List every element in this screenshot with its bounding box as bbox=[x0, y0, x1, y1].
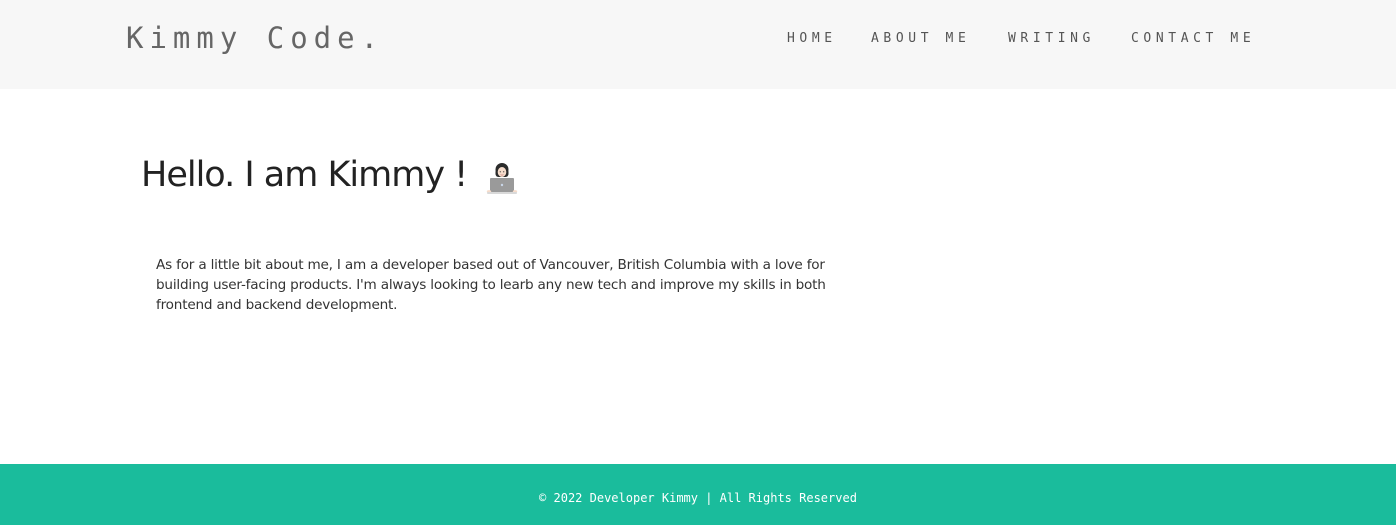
main-nav: HOME ABOUT ME WRITING CONTACT ME bbox=[0, 31, 1396, 51]
nav-contact-me-link[interactable]: CONTACT ME bbox=[1131, 31, 1255, 46]
site-footer: © 2022 Developer Kimmy | All Rights Rese… bbox=[0, 464, 1396, 525]
nav-about-me-link[interactable]: ABOUT ME bbox=[871, 31, 970, 46]
bio-paragraph: As for a little bit about me, I am a dev… bbox=[156, 257, 826, 313]
copyright-text: © 2022 Developer Kimmy | All Rights Rese… bbox=[539, 491, 857, 505]
nav-home-link[interactable]: HOME bbox=[787, 31, 837, 46]
site-header: Kimmy Code. HOME ABOUT ME WRITING CONTAC… bbox=[0, 0, 1396, 89]
woman-technologist-icon bbox=[484, 160, 522, 198]
page-title: Hello. I am Kimmy ! bbox=[141, 155, 468, 195]
nav-writing-link[interactable]: WRITING bbox=[1008, 31, 1095, 46]
